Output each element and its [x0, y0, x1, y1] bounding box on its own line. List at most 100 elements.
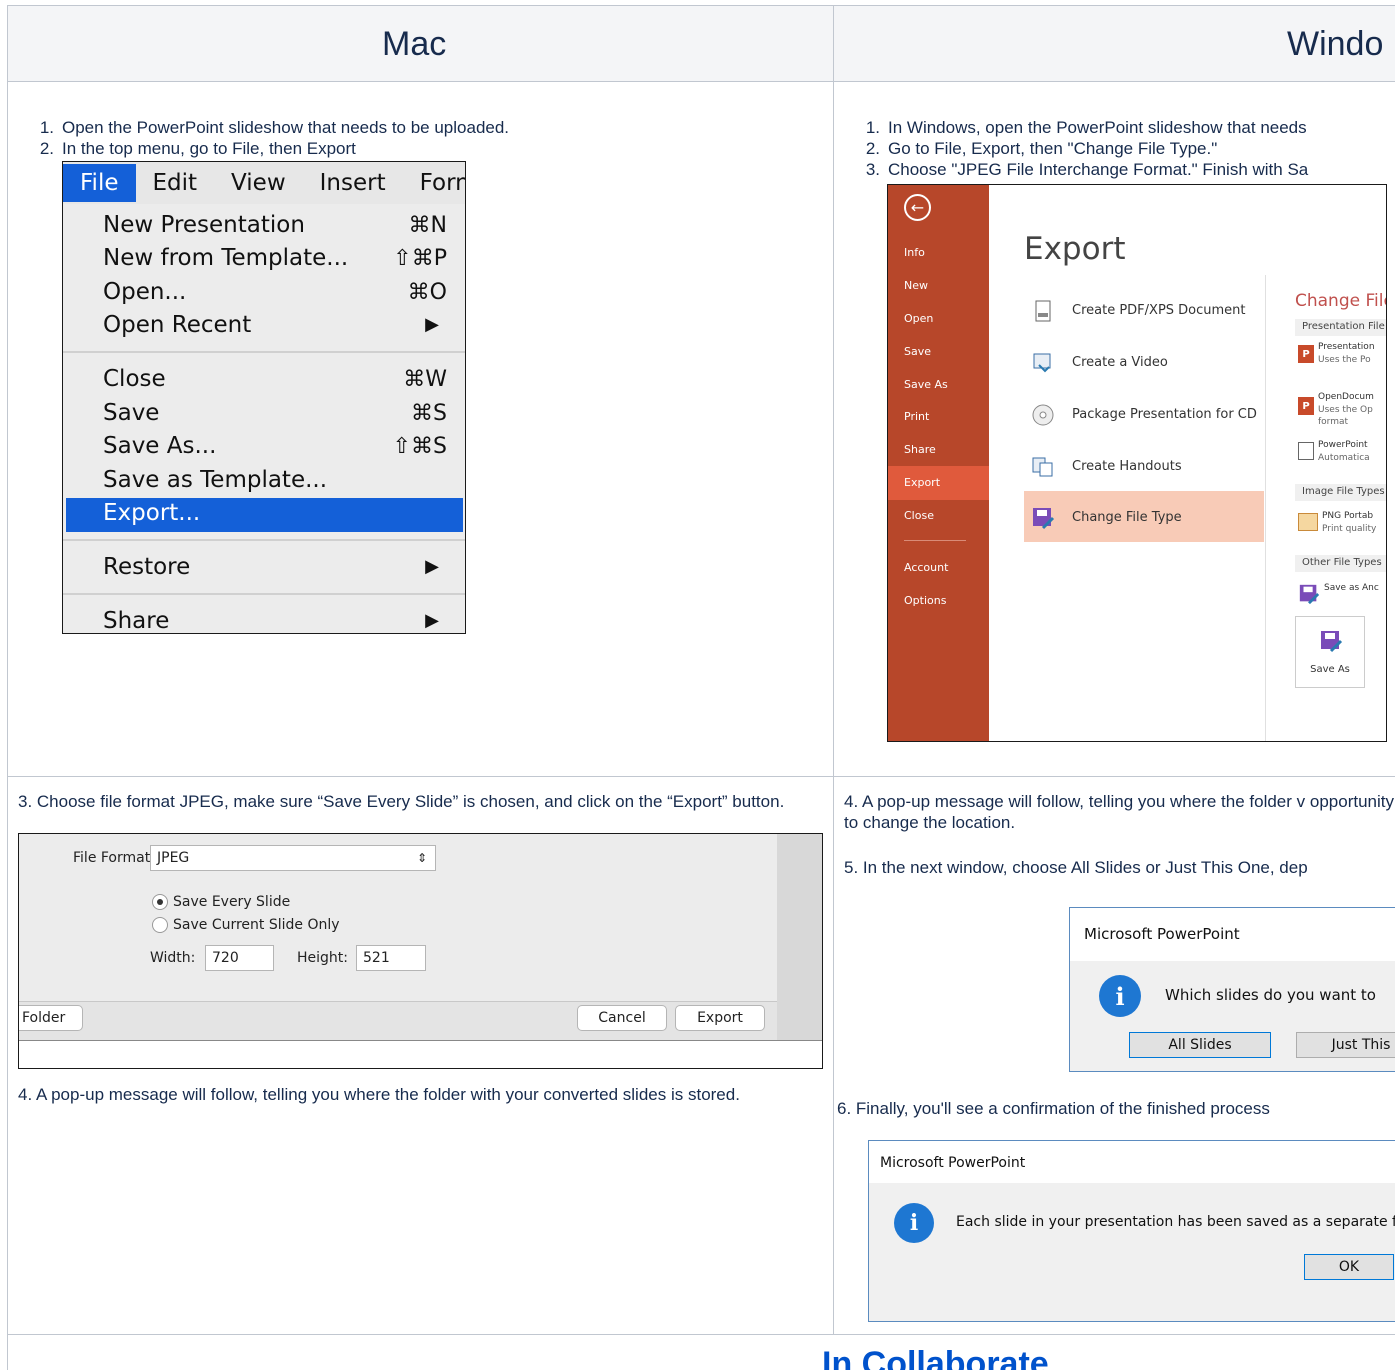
- shortcut: ⌘S: [411, 401, 447, 426]
- all-slides-button[interactable]: All Slides: [1129, 1032, 1271, 1058]
- menu-item-save-as[interactable]: Save As...: [103, 433, 216, 459]
- ppt-nav-open[interactable]: Open: [904, 312, 933, 325]
- ppt-option-create-pdf[interactable]: Create PDF/XPS Document: [1072, 303, 1246, 318]
- chevron-right-icon: ▶: [425, 556, 439, 577]
- pres-desc: Uses the Po: [1318, 355, 1371, 365]
- odp-item[interactable]: OpenDocum: [1318, 392, 1374, 402]
- odp-icon: P: [1298, 397, 1314, 415]
- menu-item-new-from-template[interactable]: New from Template...: [103, 245, 348, 271]
- updown-chevron-icon: ⇕: [416, 851, 427, 865]
- ppt-option-create-handouts[interactable]: Create Handouts: [1072, 459, 1182, 474]
- radio-selected-dot: [157, 899, 163, 905]
- ppt-divider: [1265, 275, 1266, 741]
- win-step-6: 6. Finally, you'll see a confirmation of…: [837, 1099, 1270, 1118]
- menu-item-open[interactable]: Open...: [103, 279, 186, 305]
- ppt-nav-close[interactable]: Close: [904, 509, 934, 522]
- menu-file[interactable]: File: [63, 164, 136, 202]
- png-desc: Print quality: [1322, 524, 1377, 534]
- save-as-label: Save As: [1310, 664, 1350, 675]
- save-as-button[interactable]: Save As: [1295, 616, 1365, 688]
- back-arrow-icon[interactable]: ←: [904, 194, 931, 221]
- width-label: Width:: [150, 950, 196, 966]
- menu-item-restore[interactable]: Restore: [103, 554, 190, 580]
- ppt-option-change-file-type[interactable]: Change File Type: [1072, 510, 1182, 525]
- ppt-panel-title: Change File: [1295, 291, 1387, 311]
- other-item[interactable]: Save as Anc: [1324, 583, 1379, 593]
- file-format-select[interactable]: JPEG ⇕: [150, 845, 436, 871]
- mac-file-menu: File Edit View Insert Forn New Presentat…: [62, 161, 466, 634]
- shortcut: ⇧⌘S: [392, 434, 447, 459]
- export-button[interactable]: Export: [675, 1005, 765, 1031]
- radio-save-current-slide[interactable]: [152, 917, 168, 933]
- save-as-another-icon: [1299, 584, 1320, 605]
- cd-icon: [1032, 404, 1054, 426]
- chevron-right-icon: ▶: [425, 314, 439, 335]
- dialog-message: Which slides do you want to: [1165, 986, 1376, 1004]
- list-item: 2. In the top menu, go to File, then Expo…: [39, 139, 356, 158]
- menu-item-new-presentation[interactable]: New Presentation: [103, 212, 305, 238]
- menu-item-open-recent[interactable]: Open Recent: [103, 312, 251, 338]
- slide-preview: [19, 1040, 822, 1068]
- mac-step-4: 4. A pop-up message will follow, telling…: [18, 1085, 740, 1104]
- odp-desc-2: format: [1318, 417, 1349, 427]
- menu-separator: [63, 539, 465, 541]
- ppt-nav-print[interactable]: Print: [904, 410, 929, 423]
- ppt-nav-share[interactable]: Share: [904, 443, 936, 456]
- menu-view[interactable]: View: [214, 170, 303, 196]
- change-file-type-icon: [1033, 508, 1055, 530]
- menu-format[interactable]: Forn: [403, 170, 465, 196]
- shortcut: ⌘O: [407, 280, 447, 305]
- ppt-nav-options[interactable]: Options: [904, 594, 946, 607]
- ppsx-icon: [1298, 442, 1314, 460]
- height-label: Height:: [297, 950, 348, 966]
- mac-steps: 1. Open the PowerPoint slideshow that nee…: [8, 117, 509, 159]
- png-icon: [1298, 513, 1318, 531]
- video-icon: [1033, 353, 1051, 373]
- section-presentation-types: Presentation File: [1302, 321, 1385, 332]
- dialog-title: Microsoft PowerPoint: [869, 1141, 1395, 1183]
- pres-item[interactable]: Presentation: [1318, 342, 1375, 352]
- menu-item-export[interactable]: Export...: [103, 500, 200, 526]
- cancel-button[interactable]: Cancel: [577, 1005, 667, 1031]
- mac-step-3: 3. Choose file format JPEG, make sure “S…: [18, 792, 785, 811]
- menu-separator: [63, 593, 465, 595]
- menu-item-save[interactable]: Save: [103, 400, 159, 426]
- menu-item-share[interactable]: Share: [103, 608, 169, 633]
- ppt-nav-new[interactable]: New: [904, 279, 928, 292]
- pptx-icon: P: [1298, 345, 1314, 363]
- menu-item-save-as-template[interactable]: Save as Template...: [103, 467, 327, 493]
- menu-edit[interactable]: Edit: [136, 170, 215, 196]
- menu-item-close[interactable]: Close: [103, 366, 166, 392]
- list-item: 1. Open the PowerPoint slideshow that nee…: [39, 118, 510, 137]
- just-this-one-button[interactable]: Just This: [1296, 1032, 1395, 1058]
- ppt-nav-save-as[interactable]: Save As: [904, 378, 948, 391]
- ppt-export-title: Export: [1024, 231, 1126, 267]
- height-input[interactable]: 521: [356, 945, 426, 971]
- info-icon: i: [1099, 975, 1141, 1017]
- ppt-option-package-cd[interactable]: Package Presentation for CD: [1072, 407, 1257, 422]
- new-folder-button[interactable]: Folder: [19, 1005, 83, 1031]
- radio-label-every-slide: Save Every Slide: [173, 894, 291, 910]
- ppt-export-screen: ← Info New Open Save Save As Print Share…: [887, 184, 1387, 742]
- pdf-document-icon: [1035, 300, 1051, 322]
- shortcut: ⌘W: [403, 367, 447, 392]
- section-other-types: Other File Types: [1302, 557, 1382, 568]
- radio-label-current-slide: Save Current Slide Only: [173, 917, 340, 933]
- menu-insert[interactable]: Insert: [303, 170, 403, 196]
- pps-item[interactable]: PowerPoint: [1318, 440, 1368, 450]
- ppt-nav-export[interactable]: Export: [904, 476, 940, 489]
- section-image-types: Image File Types: [1302, 486, 1385, 497]
- handouts-icon: [1032, 457, 1053, 477]
- ppt-nav-save[interactable]: Save: [904, 345, 931, 358]
- in-collaborate-link[interactable]: In Collaborate: [822, 1345, 1049, 1370]
- dialog-background-right: [777, 834, 822, 1040]
- ppt-option-create-video[interactable]: Create a Video: [1072, 355, 1168, 370]
- ok-button[interactable]: OK: [1304, 1254, 1394, 1280]
- width-input[interactable]: 720: [205, 945, 274, 971]
- file-format-label: File Format:: [73, 850, 155, 866]
- ppt-nav-account[interactable]: Account: [904, 561, 948, 574]
- header-windows: Windo: [1287, 25, 1384, 63]
- ppt-nav-info[interactable]: Info: [904, 246, 925, 259]
- png-item[interactable]: PNG Portab: [1322, 511, 1373, 521]
- dialog-title: Microsoft PowerPoint: [1070, 908, 1395, 961]
